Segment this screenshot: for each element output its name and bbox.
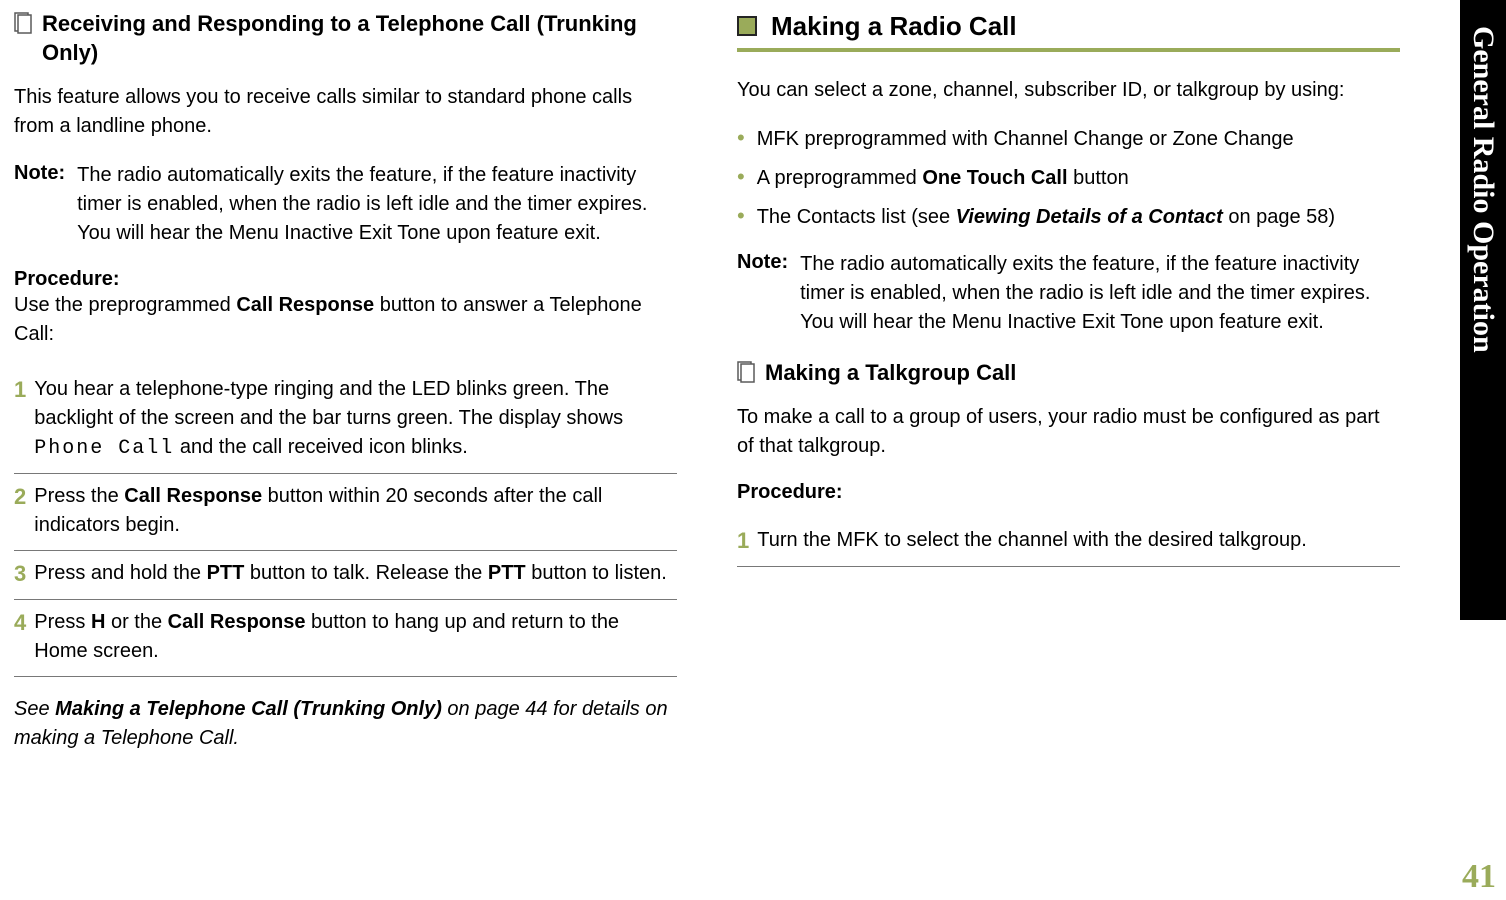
section-heading: Making a Radio Call: [771, 10, 1017, 44]
note-label: Note:: [14, 161, 65, 185]
bold: Call Response: [124, 485, 262, 507]
section-heading-row: Making a Radio Call: [737, 10, 1400, 44]
text: on page 58): [1223, 206, 1335, 228]
list-item: 4 Press H or the Call Response button to…: [14, 600, 677, 677]
list-item: 1 Turn the MFK to select the channel wit…: [737, 518, 1400, 567]
cross-ref: Viewing Details of a Contact: [956, 206, 1223, 228]
document-icon: [14, 12, 32, 34]
text: Press: [34, 611, 91, 633]
call-response-bold: Call Response: [236, 294, 374, 316]
text: button to listen.: [526, 562, 667, 584]
text: button: [1068, 167, 1129, 189]
bullet-text: A preprogrammed One Touch Call button: [757, 164, 1129, 193]
square-bullet-icon: [737, 16, 757, 36]
text: Press the: [34, 485, 124, 507]
subsection-heading: Making a Talkgroup Call: [765, 359, 1016, 388]
step-number: 4: [14, 608, 26, 638]
page-number: 41: [1456, 858, 1502, 896]
text: MFK preprogrammed with Channel Change or…: [757, 128, 1294, 150]
text: Use the preprogrammed: [14, 294, 236, 316]
bold: PTT: [207, 562, 245, 584]
bullet-list: MFK preprogrammed with Channel Change or…: [737, 125, 1400, 232]
intro-paragraph: You can select a zone, channel, subscrib…: [737, 76, 1400, 105]
note-body: The radio automatically exits the featur…: [800, 250, 1400, 337]
procedure-label: Procedure:: [14, 268, 677, 291]
text: or the: [105, 611, 167, 633]
text: The Contacts list (see: [757, 206, 956, 228]
step-number: 1: [14, 375, 26, 405]
display-text: Phone Call: [34, 437, 174, 460]
list-item: MFK preprogrammed with Channel Change or…: [737, 125, 1400, 154]
side-tab: General Radio Operation 41: [1460, 0, 1506, 900]
procedure-label: Procedure:: [737, 481, 1400, 504]
see-also: See Making a Telephone Call (Trunking On…: [14, 695, 677, 753]
bullet-text: MFK preprogrammed with Channel Change or…: [757, 125, 1294, 154]
bold: One Touch Call: [922, 167, 1067, 189]
step-body: Press the Call Response button within 20…: [34, 482, 677, 540]
document-icon: [737, 361, 755, 383]
home-key: H: [91, 611, 105, 633]
step-number: 3: [14, 559, 26, 589]
text: See: [14, 698, 55, 720]
text: button to talk. Release the: [244, 562, 488, 584]
list-item: 1 You hear a telephone-type ringing and …: [14, 367, 677, 474]
heading-underline: [737, 48, 1400, 52]
note-body: The radio automatically exits the featur…: [77, 161, 677, 248]
intro-paragraph: This feature allows you to receive calls…: [14, 83, 677, 141]
note-block: Note: The radio automatically exits the …: [14, 161, 677, 248]
text: and the call received icon blinks.: [174, 436, 468, 458]
bold: Call Response: [168, 611, 306, 633]
bullet-text: The Contacts list (see Viewing Details o…: [757, 203, 1335, 232]
text: Press and hold the: [34, 562, 206, 584]
text: You hear a telephone-type ringing and th…: [34, 378, 623, 429]
subsection-heading: Receiving and Responding to a Telephone …: [42, 10, 677, 67]
list-item: A preprogrammed One Touch Call button: [737, 164, 1400, 193]
note-label: Note:: [737, 250, 788, 274]
chapter-title: General Radio Operation: [1460, 20, 1506, 606]
step-body: Press and hold the PTT button to talk. R…: [34, 559, 667, 588]
list-item: The Contacts list (see Viewing Details o…: [737, 203, 1400, 232]
step-body: You hear a telephone-type ringing and th…: [34, 375, 677, 463]
list-item: 2 Press the Call Response button within …: [14, 474, 677, 551]
subsection-heading-row: Making a Talkgroup Call: [737, 359, 1400, 388]
sub-intro-paragraph: To make a call to a group of users, your…: [737, 403, 1400, 461]
see-also-link: Making a Telephone Call (Trunking Only): [55, 698, 442, 720]
bold: PTT: [488, 562, 526, 584]
note-block: Note: The radio automatically exits the …: [737, 250, 1400, 337]
step-number: 1: [737, 526, 749, 556]
list-item: 3 Press and hold the PTT button to talk.…: [14, 551, 677, 600]
step-body: Turn the MFK to select the channel with …: [757, 526, 1307, 555]
steps-list: 1 Turn the MFK to select the channel wit…: [737, 518, 1400, 567]
subsection-heading-row: Receiving and Responding to a Telephone …: [14, 10, 677, 67]
steps-list: 1 You hear a telephone-type ringing and …: [14, 367, 677, 677]
procedure-intro: Use the preprogrammed Call Response butt…: [14, 291, 677, 349]
step-number: 2: [14, 482, 26, 512]
step-body: Press H or the Call Response button to h…: [34, 608, 677, 666]
text: A preprogrammed: [757, 167, 923, 189]
